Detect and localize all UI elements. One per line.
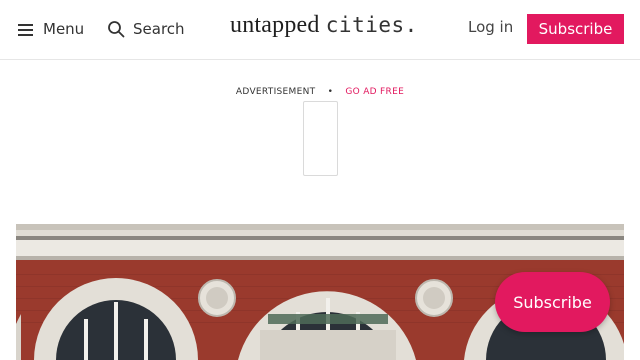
floating-subscribe-button[interactable]: Subscribe [495,272,610,332]
hamburger-icon [18,24,33,36]
search-label: Search [133,20,185,38]
search-button[interactable]: Search [107,18,185,40]
logo-text-cities: cities. [325,13,418,37]
advertisement-label: ADVERTISEMENT [235,87,316,97]
menu-label: Menu [43,20,85,38]
site-header: Menu Search untapped cities. Log in Subs… [0,0,640,60]
subscribe-button[interactable]: Subscribe [527,14,624,44]
go-ad-free-link[interactable]: GO AD FREE [345,87,404,97]
login-link[interactable]: Log in [468,18,513,36]
menu-button[interactable]: Menu [18,18,84,40]
advertisement-slot [303,101,338,176]
advertisement-bar: ADVERTISEMENT • GO AD FREE [0,87,640,97]
logo-text-untapped: untapped [230,12,320,38]
separator-dot: • [327,87,334,97]
site-logo[interactable]: untapped cities. [230,12,418,44]
search-icon [108,21,125,38]
